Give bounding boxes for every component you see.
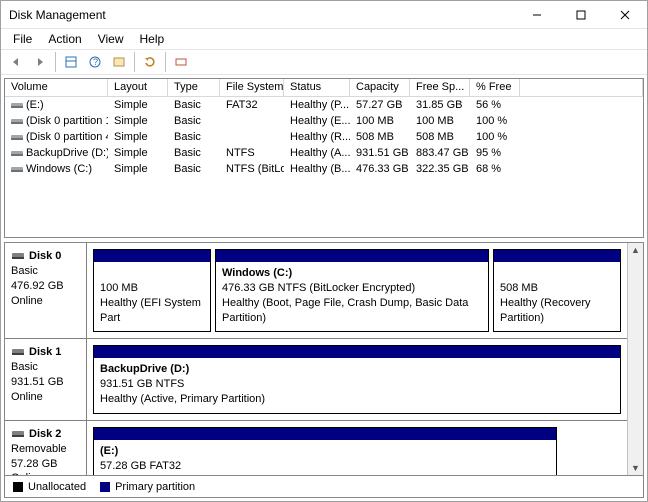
action-button[interactable]: [170, 51, 192, 73]
disk-size: 931.51 GB: [11, 376, 64, 388]
volume-list[interactable]: Volume Layout Type File System Status Ca…: [4, 78, 644, 238]
back-button[interactable]: [5, 51, 27, 73]
minimize-button[interactable]: [515, 1, 559, 29]
part-size: 57.28 GB FAT32: [100, 460, 181, 472]
part-title: Windows (C:): [222, 267, 292, 279]
menu-file[interactable]: File: [5, 30, 40, 48]
window-title: Disk Management: [9, 8, 515, 22]
disk-row[interactable]: Disk 1 Basic 931.51 GB Online BackupDriv…: [5, 339, 627, 421]
separator: [55, 52, 56, 72]
disk-info: Disk 1 Basic 931.51 GB Online: [5, 339, 87, 420]
menu-bar: File Action View Help: [1, 29, 647, 49]
partition[interactable]: 100 MB Healthy (EFI System Part: [93, 249, 211, 332]
disk-icon: [11, 428, 25, 440]
disk-size: 476.92 GB: [11, 280, 64, 292]
disk-type: Basic: [11, 265, 38, 277]
scrollbar[interactable]: ▲ ▼: [627, 243, 643, 475]
column-headers: Volume Layout Type File System Status Ca…: [5, 79, 643, 97]
col-spacer: [520, 79, 643, 97]
menu-help[interactable]: Help: [132, 30, 173, 48]
disk-icon: [11, 346, 25, 358]
disk-state: Online: [11, 391, 43, 403]
disk-title: Disk 1: [29, 346, 61, 358]
table-row[interactable]: BackupDrive (D:)SimpleBasicNTFSHealthy (…: [5, 145, 643, 161]
part-size: 476.33 GB NTFS (BitLocker Encrypted): [222, 282, 415, 294]
col-type[interactable]: Type: [168, 79, 220, 97]
part-status: Healthy (Active, Primary Partition): [100, 393, 265, 405]
part-title: (E:): [100, 445, 118, 457]
drive-icon: [11, 148, 23, 158]
drive-icon: [11, 132, 23, 142]
disk-state: Online: [11, 472, 43, 475]
forward-button[interactable]: [29, 51, 51, 73]
view-list-button[interactable]: [60, 51, 82, 73]
disk-title: Disk 0: [29, 250, 61, 262]
toolbar: ?: [1, 49, 647, 75]
disk-info: Disk 0 Basic 476.92 GB Online: [5, 243, 87, 338]
disk-row[interactable]: Disk 2 Removable 57.28 GB Online (E:) 57.…: [5, 421, 627, 475]
part-size: 931.51 GB NTFS: [100, 378, 184, 390]
separator: [165, 52, 166, 72]
drive-icon: [11, 100, 23, 110]
refresh-button[interactable]: [139, 51, 161, 73]
legend: Unallocated Primary partition: [4, 476, 644, 498]
partition[interactable]: BackupDrive (D:) 931.51 GB NTFS Healthy (A…: [93, 345, 621, 414]
col-volume[interactable]: Volume: [5, 79, 108, 97]
legend-primary: Primary partition: [100, 481, 195, 493]
view-graph-button[interactable]: [108, 51, 130, 73]
col-pfree[interactable]: % Free: [470, 79, 520, 97]
part-size: 100 MB: [100, 282, 138, 294]
part-title: BackupDrive (D:): [100, 363, 189, 375]
disk-type: Removable: [11, 443, 67, 455]
disk-state: Online: [11, 295, 43, 307]
drive-icon: [11, 116, 23, 126]
legend-unallocated: Unallocated: [13, 481, 86, 493]
disk-row[interactable]: Disk 0 Basic 476.92 GB Online 100 MB Heal…: [5, 243, 627, 339]
help-button[interactable]: ?: [84, 51, 106, 73]
swatch-unallocated: [13, 482, 23, 492]
part-status: Healthy (Boot, Page File, Crash Dump, Ba…: [222, 297, 468, 324]
part-size: 508 MB: [500, 282, 538, 294]
title-bar: Disk Management: [1, 1, 647, 29]
table-row[interactable]: (Disk 0 partition 1)SimpleBasicHealthy (…: [5, 113, 643, 129]
disk-info: Disk 2 Removable 57.28 GB Online: [5, 421, 87, 475]
table-row[interactable]: Windows (C:)SimpleBasicNTFS (BitLo...Hea…: [5, 161, 643, 177]
separator: [134, 52, 135, 72]
disk-title: Disk 2: [29, 428, 61, 440]
maximize-button[interactable]: [559, 1, 603, 29]
partition[interactable]: 508 MB Healthy (Recovery Partition): [493, 249, 621, 332]
svg-text:?: ?: [93, 57, 98, 67]
disk-size: 57.28 GB: [11, 458, 57, 470]
disk-icon: [11, 250, 25, 262]
drive-icon: [11, 164, 23, 174]
disk-graph: Disk 0 Basic 476.92 GB Online 100 MB Heal…: [4, 242, 644, 476]
col-free[interactable]: Free Sp...: [410, 79, 470, 97]
partition[interactable]: Windows (C:) 476.33 GB NTFS (BitLocker En…: [215, 249, 489, 332]
part-status: Healthy (EFI System Part: [100, 297, 201, 324]
col-layout[interactable]: Layout: [108, 79, 168, 97]
col-capacity[interactable]: Capacity: [350, 79, 410, 97]
table-row[interactable]: (E:)SimpleBasicFAT32Healthy (P...57.27 G…: [5, 97, 643, 113]
content-area: Volume Layout Type File System Status Ca…: [1, 75, 647, 501]
disk-management-window: Disk Management File Action View Help ? …: [0, 0, 648, 502]
part-status: Healthy (Recovery Partition): [500, 297, 590, 324]
menu-view[interactable]: View: [90, 30, 132, 48]
table-row[interactable]: (Disk 0 partition 4)SimpleBasicHealthy (…: [5, 129, 643, 145]
partition[interactable]: (E:)57.28 GB FAT32Healthy (Primary Parti…: [93, 427, 557, 475]
menu-action[interactable]: Action: [40, 30, 89, 48]
col-fs[interactable]: File System: [220, 79, 284, 97]
disk-type: Basic: [11, 361, 38, 373]
scroll-down-icon[interactable]: ▼: [631, 463, 640, 473]
scroll-up-icon[interactable]: ▲: [631, 245, 640, 255]
swatch-primary: [100, 482, 110, 492]
col-status[interactable]: Status: [284, 79, 350, 97]
close-button[interactable]: [603, 1, 647, 29]
